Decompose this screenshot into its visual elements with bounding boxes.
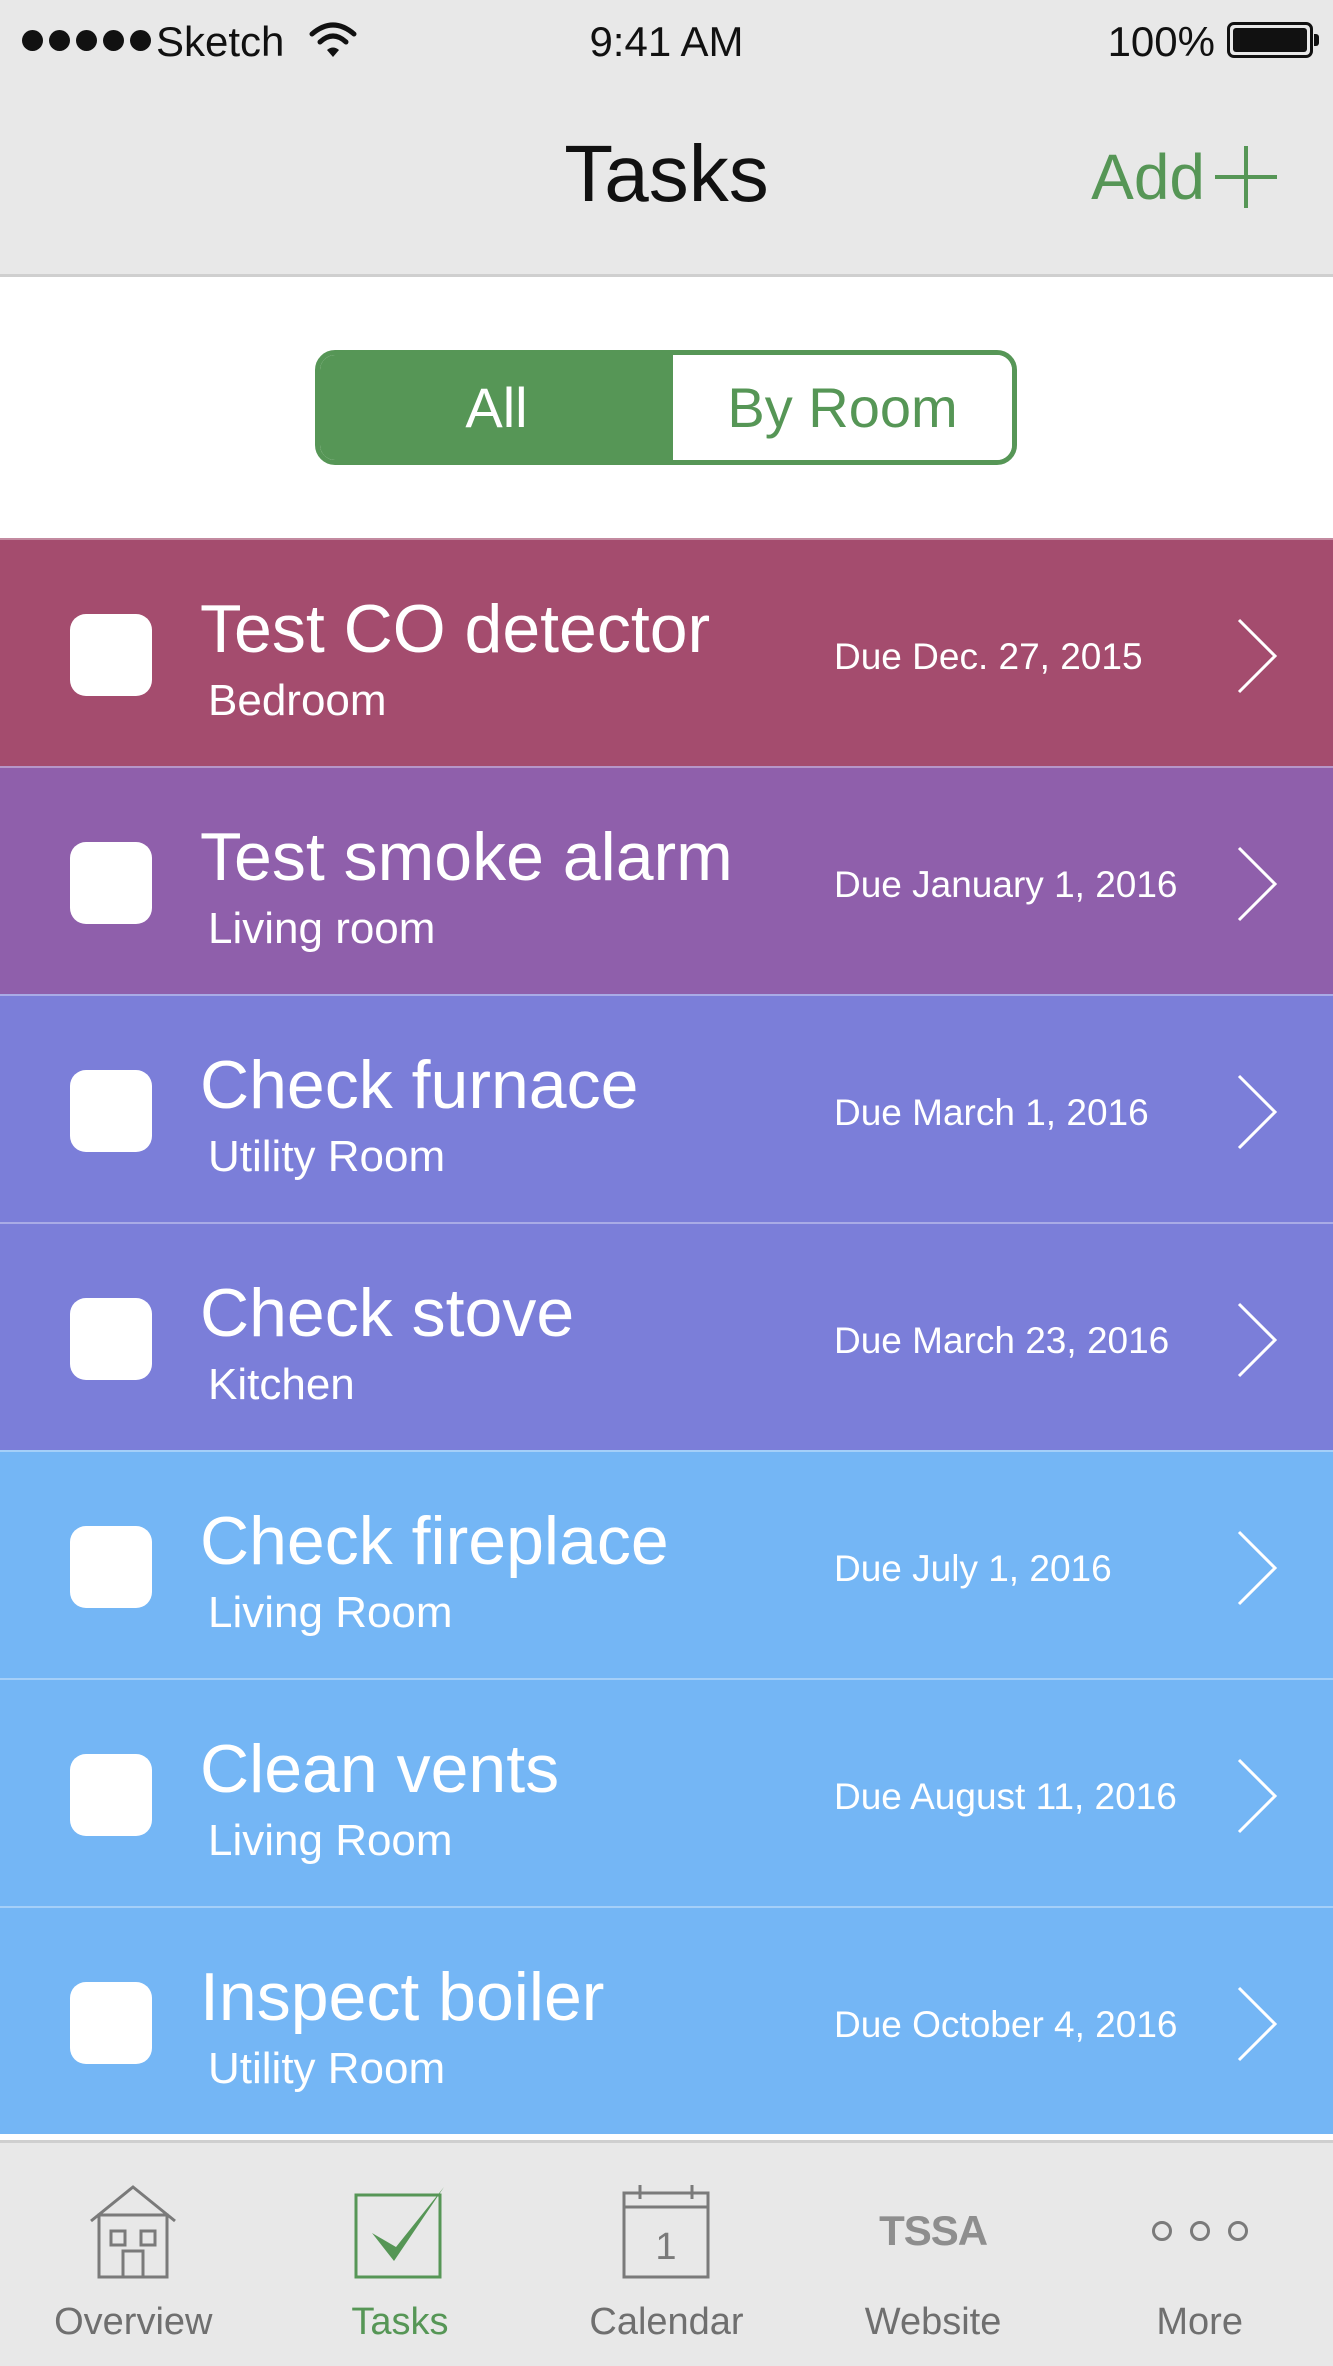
task-room: Living Room	[208, 1588, 453, 1637]
tssa-logo-icon: TSSA	[879, 2181, 988, 2281]
more-dots-icon	[1150, 2181, 1250, 2281]
task-name: Check fireplace	[200, 1503, 669, 1579]
task-checkbox[interactable]	[70, 1982, 152, 2064]
segment-by-room[interactable]: By Room	[673, 355, 1012, 460]
chevron-right-icon	[1237, 1986, 1278, 2062]
task-due-date: Due March 23, 2016	[834, 1320, 1170, 1361]
task-name: Clean vents	[200, 1731, 560, 1807]
chevron-right-icon	[1237, 618, 1278, 694]
filter-segmented-control: All By Room	[315, 350, 1017, 465]
tab-overview[interactable]: Overview	[0, 2143, 267, 2366]
tab-calendar[interactable]: 1 Calendar	[533, 2143, 800, 2366]
task-due-date: Due August 11, 2016	[834, 1776, 1177, 1817]
task-row[interactable]: Test smoke alarm Living room Due January 1…	[0, 766, 1333, 994]
calendar-icon: 1	[616, 2181, 716, 2281]
chevron-right-icon	[1237, 846, 1278, 922]
house-icon	[83, 2181, 183, 2281]
task-due-date: Due Dec. 27, 2015	[834, 636, 1143, 677]
task-room: Bedroom	[208, 676, 387, 725]
tab-more[interactable]: More	[1066, 2143, 1333, 2366]
calendar-day: 1	[656, 2226, 677, 2268]
chevron-right-icon	[1237, 1758, 1278, 1834]
tab-tasks-label: Tasks	[351, 2301, 449, 2343]
tab-tasks[interactable]: Tasks	[267, 2143, 534, 2366]
task-room: Living room	[208, 904, 436, 953]
tab-bar: Overview Tasks 1 Calendar TSSA Website M…	[0, 2140, 1333, 2366]
task-name: Check furnace	[200, 1047, 639, 1123]
add-button-label: Add	[1091, 141, 1205, 213]
tab-website[interactable]: TSSA Website	[800, 2143, 1067, 2366]
task-row[interactable]: Inspect boiler Utility Room Due October 4,…	[0, 1906, 1333, 2134]
task-room: Kitchen	[208, 1360, 355, 1409]
task-row[interactable]: Clean vents Living Room Due August 11, 201…	[0, 1678, 1333, 1906]
task-name: Check stove	[200, 1275, 575, 1351]
task-checkbox[interactable]	[70, 1754, 152, 1836]
task-due-date: Due January 1, 2016	[834, 864, 1178, 905]
task-due-date: Due March 1, 2016	[834, 1092, 1149, 1133]
task-checkbox[interactable]	[70, 1070, 152, 1152]
checkbox-checked-icon	[350, 2181, 450, 2281]
segment-all[interactable]: All	[320, 355, 673, 460]
tab-more-label: More	[1156, 2301, 1243, 2343]
tab-calendar-label: Calendar	[589, 2301, 744, 2343]
task-checkbox[interactable]	[70, 1526, 152, 1608]
add-task-button[interactable]: Add	[1091, 140, 1277, 214]
task-name: Test smoke alarm	[200, 819, 733, 895]
battery-icon	[1227, 22, 1319, 58]
task-due-date: Due July 1, 2016	[834, 1548, 1112, 1589]
chevron-right-icon	[1237, 1302, 1278, 1378]
task-name: Inspect boiler	[200, 1959, 605, 2035]
task-checkbox[interactable]	[70, 1298, 152, 1380]
task-checkbox[interactable]	[70, 614, 152, 696]
task-room: Utility Room	[208, 2044, 446, 2093]
task-list: Test CO detector Bedroom Due Dec. 27, 2015…	[0, 538, 1333, 2134]
task-row[interactable]: Check furnace Utility Room Due March 1, 20…	[0, 994, 1333, 1222]
tab-website-label: Website	[864, 2301, 1002, 2343]
task-row[interactable]: Check stove Kitchen Due March 23, 2016	[0, 1222, 1333, 1450]
task-checkbox[interactable]	[70, 842, 152, 924]
task-name: Test CO detector	[200, 591, 711, 667]
task-room: Utility Room	[208, 1132, 446, 1181]
chevron-right-icon	[1237, 1530, 1278, 1606]
task-due-date: Due October 4, 2016	[834, 2004, 1178, 2045]
task-row[interactable]: Test CO detector Bedroom Due Dec. 27, 2015	[0, 538, 1333, 766]
top-bar: Sketch 9:41 AM 100% Tasks Add	[0, 0, 1333, 277]
plus-icon	[1215, 146, 1277, 208]
tssa-logo-text: TSSA	[879, 2207, 988, 2254]
task-room: Living Room	[208, 1816, 453, 1865]
chevron-right-icon	[1237, 1074, 1278, 1150]
battery-percent: 100%	[1107, 18, 1215, 65]
task-row[interactable]: Check fireplace Living Room Due July 1, 20…	[0, 1450, 1333, 1678]
tab-overview-label: Overview	[54, 2301, 213, 2343]
status-bar: Sketch 9:41 AM 100%	[0, 0, 1333, 90]
